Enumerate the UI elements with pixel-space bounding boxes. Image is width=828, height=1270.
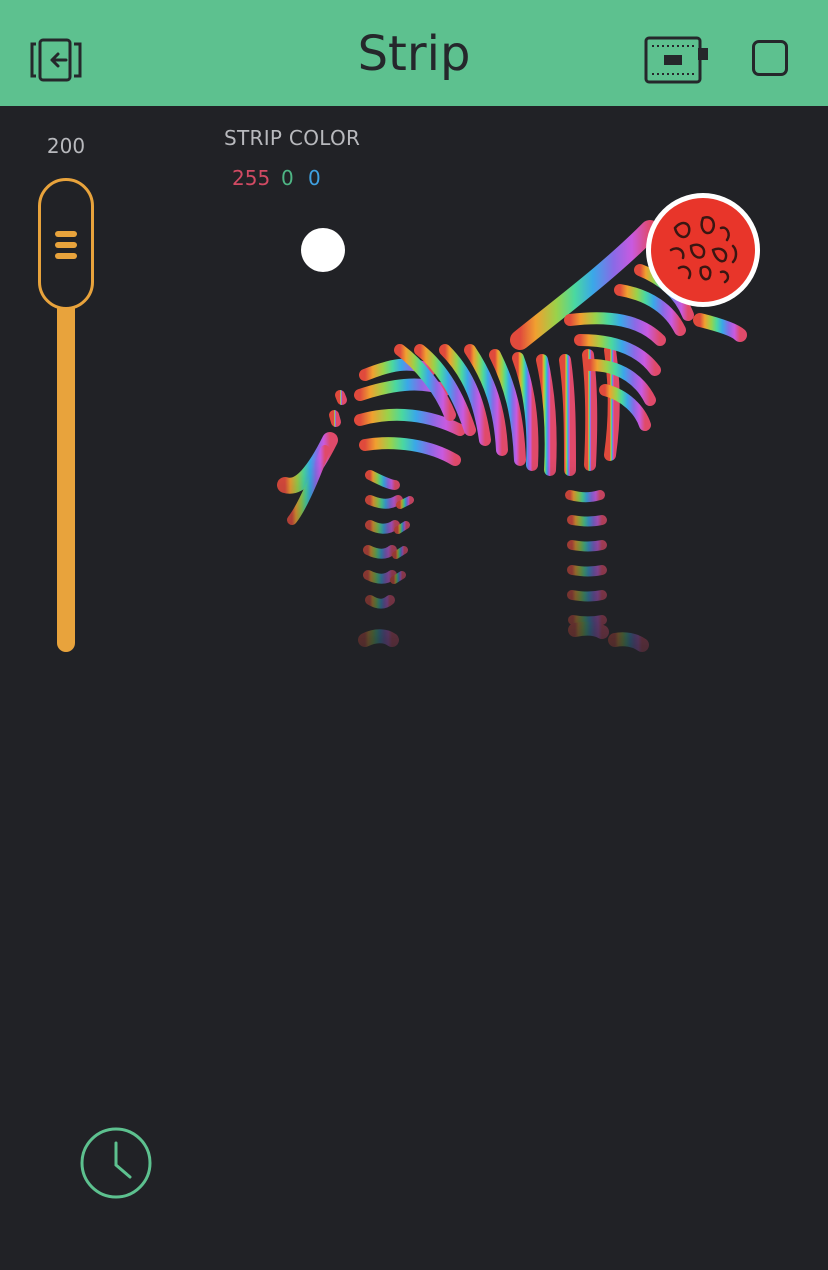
color-picker-knob[interactable] xyxy=(646,193,760,307)
grip-line xyxy=(55,242,77,248)
green-value: 0 xyxy=(281,166,294,190)
strip-color-label: STRIP COLOR xyxy=(224,126,361,150)
brightness-slider-track[interactable] xyxy=(57,300,75,652)
grip-line xyxy=(55,231,77,237)
app-screen: Strip 200 STRIP COLOR 255 0 0 xyxy=(0,0,828,1270)
brightness-slider-handle[interactable] xyxy=(38,178,94,310)
stop-square-icon[interactable] xyxy=(752,40,788,76)
selected-color-swatch xyxy=(651,198,755,302)
clock-icon[interactable] xyxy=(80,1127,152,1199)
red-value: 255 xyxy=(232,166,271,190)
brightness-value: 200 xyxy=(46,134,86,158)
app-header: Strip xyxy=(0,0,828,106)
blue-value: 0 xyxy=(308,166,321,190)
grip-line xyxy=(55,253,77,259)
device-chip-icon[interactable] xyxy=(642,34,712,86)
